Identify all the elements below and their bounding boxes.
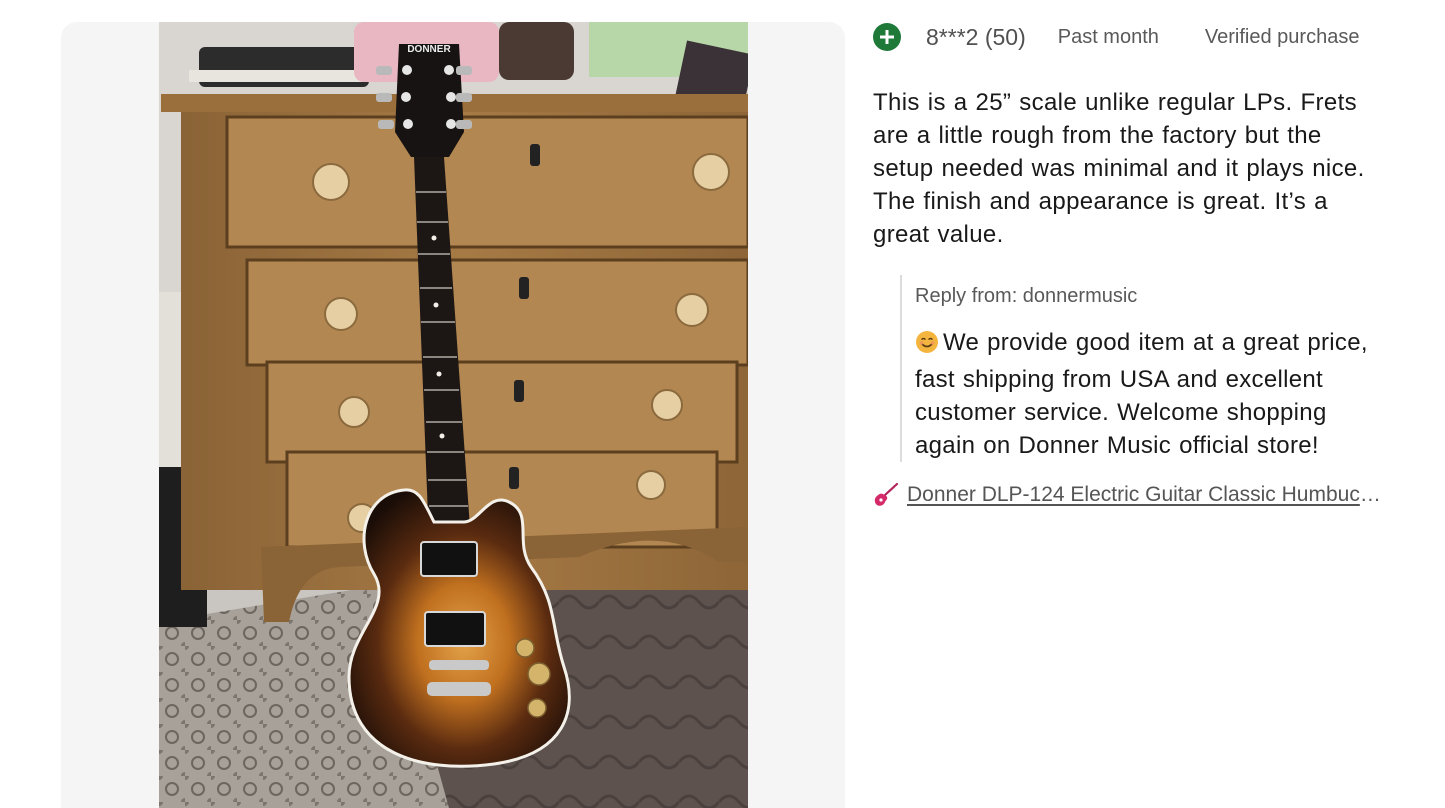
review-meta-row: 8***2 (50) Past month Verified purchase: [873, 20, 1413, 54]
smiling-face-emoji-icon: [915, 330, 939, 363]
product-link-text[interactable]: Donner DLP-124 Electric Guitar Classic H…: [907, 483, 1391, 507]
positive-feedback-plus-icon: [873, 23, 901, 51]
product-link[interactable]: Donner DLP-124 Electric Guitar Classic H…: [873, 482, 1391, 507]
headstock-logo: DONNER: [407, 44, 451, 55]
review-time: Past month: [1057, 25, 1159, 48]
verified-purchase-label: Verified purchase: [1204, 25, 1360, 48]
guitar-photo-illustration: DONNER: [159, 22, 748, 808]
reply-from-label: Reply from: donnermusic: [915, 285, 1138, 307]
guitar-icon: [873, 482, 899, 507]
reply-text: We provide good item at a great price, f…: [915, 329, 1368, 459]
review-content: 8***2 (50) Past month Verified purchase …: [873, 20, 1413, 507]
review-text: This is a 25” scale unlike regular LPs. …: [873, 89, 1365, 248]
review-photo[interactable]: DONNER: [159, 22, 748, 808]
reviewer-name[interactable]: 8***2 (50): [926, 24, 1026, 51]
reply-text-block: We provide good item at a great price, f…: [915, 326, 1393, 462]
seller-reply: Reply from: donnermusic We provide good …: [900, 275, 1393, 462]
review-photo-panel: DONNER: [61, 22, 845, 808]
